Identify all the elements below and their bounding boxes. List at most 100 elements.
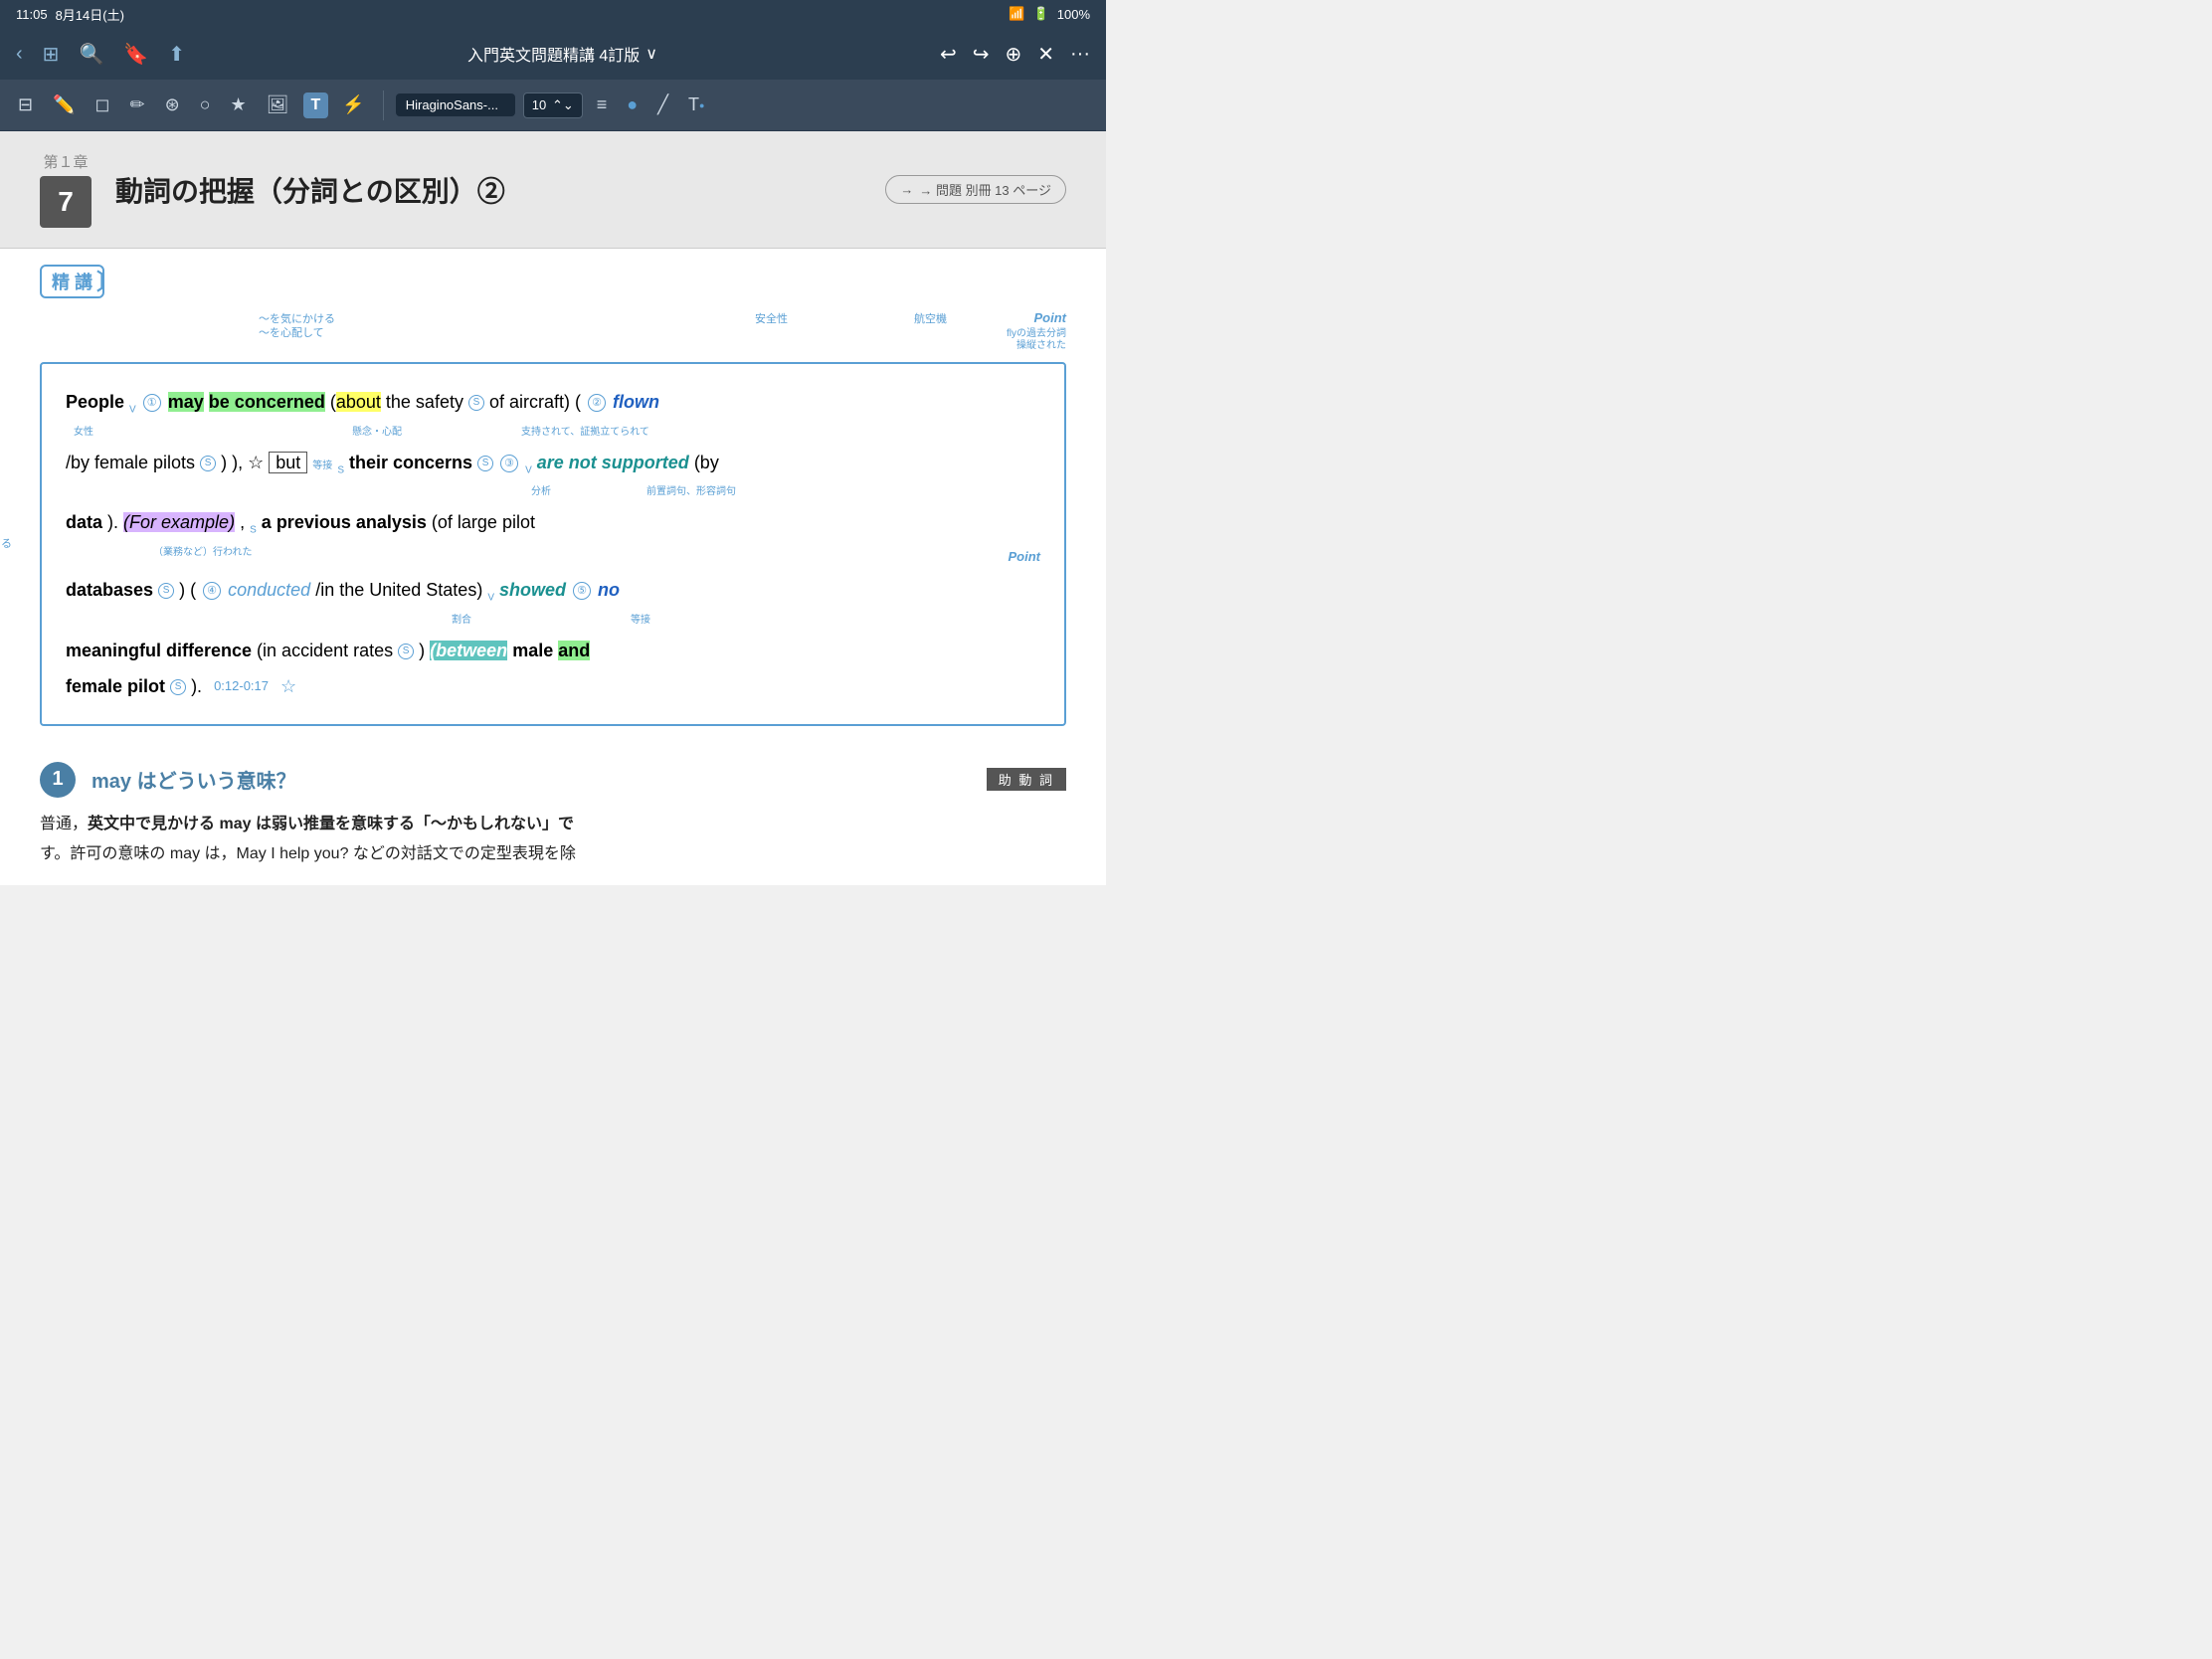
nav-left[interactable]: ‹ ⊞ 🔍 🔖 ⬆ [16, 42, 185, 67]
more-icon[interactable]: ··· [1070, 43, 1090, 66]
annot-female: 女性 [74, 421, 93, 445]
word-be-concerned: be concerned [209, 392, 325, 412]
font-size-ctrl[interactable]: 10 ⌃⌄ [523, 92, 583, 118]
text2-btn[interactable]: T● [682, 91, 710, 119]
word-male: male [512, 641, 553, 660]
status-right: 📶 🔋 100% [1009, 6, 1090, 22]
circled-s-2: S [200, 456, 216, 471]
annot-line3-top: 分析 前置詞句、形容詞句 [74, 480, 1040, 504]
num-2: ② [588, 394, 606, 412]
paren-4: ) ( [179, 580, 196, 600]
annot-area-top: 〜を気にかける 〜を心配して 安全性 航空機 Point flyの過去分詞 操縦… [40, 310, 1066, 354]
word-data: data [66, 512, 102, 532]
wifi-icon: 📶 [1009, 6, 1024, 22]
date: 8月14日(土) [56, 5, 124, 24]
num-1: ① [143, 394, 161, 412]
word-no: no [598, 580, 620, 600]
sub-s-but: S [337, 464, 344, 475]
text-line-1: People V ① may be concerned (about the s… [66, 384, 1040, 421]
word-female-pilots: female pilot S ). [66, 668, 202, 704]
section-badge-1: 助 動 詞 [987, 768, 1066, 791]
paren-data: ). [107, 512, 123, 532]
word-people: People [66, 392, 124, 412]
paren-5b: ) [419, 641, 430, 660]
comma-3: , [240, 512, 250, 532]
sidebar-toggle-btn[interactable]: ⊟ [12, 91, 39, 119]
left-annot: 有意義な、意味のある [0, 531, 12, 557]
paren-in: (in accident rates [257, 641, 393, 660]
time: 11:05 [16, 7, 48, 22]
sub-v2: V [525, 464, 532, 475]
word-female: female pilot [66, 676, 165, 696]
undo-icon[interactable]: ↩ [940, 42, 957, 67]
title-dropdown-icon[interactable]: ∨ [645, 44, 657, 64]
bookmark-icon[interactable]: 🔖 [123, 42, 148, 67]
section-body-line1: 普通，英文中で見かける may は弱い推量を意味する「〜かもしれない」で [40, 810, 1066, 839]
battery-icon: 🔋 [1033, 6, 1049, 22]
annot-conducted: （業務など）行われた [153, 541, 253, 572]
toolbar-sep1 [383, 91, 384, 120]
annot-line4-top: （業務など）行われた Point [74, 541, 1040, 572]
text-line-5: meaningful difference (in accident rates… [66, 633, 1040, 668]
circled-s-6: S [170, 679, 186, 695]
section-body-1: 普通，英文中で見かける may は弱い推量を意味する「〜かもしれない」で す。許… [40, 810, 1066, 870]
share-icon[interactable]: ⬆ [168, 42, 185, 67]
sub-v: V [129, 405, 136, 416]
font-size-value: 10 [532, 97, 546, 112]
word-meaningful-difference: meaningful difference [66, 641, 252, 660]
stroke-btn[interactable]: ╱ [651, 91, 674, 119]
status-left: 11:05 8月14日(土) [16, 5, 124, 24]
word-their-concerns: their concerns [349, 453, 472, 472]
shape-btn[interactable]: ○ [194, 91, 217, 119]
word-flown: flown [613, 392, 659, 412]
text-line-3: data ). (For example) , S a previous ana… [66, 504, 1040, 541]
sub-s3: S [250, 525, 257, 536]
color-btn[interactable]: ● [621, 91, 644, 119]
text-btn[interactable]: T [303, 92, 329, 118]
nav-title[interactable]: 入門英文問題精講 4訂版 ∨ [467, 42, 657, 66]
pencil-btn[interactable]: ✏️ [47, 91, 81, 119]
point-label-2: Point [1009, 541, 1041, 572]
star-icon-1: ☆ [248, 453, 269, 472]
book-title: 入門英文問題精講 4訂版 [467, 42, 640, 66]
star-btn[interactable]: ★ [225, 91, 253, 119]
circled-s-3: S [477, 456, 493, 471]
search-icon[interactable]: 🔍 [79, 42, 103, 67]
status-bar: 11:05 8月14日(土) 📶 🔋 100% [0, 0, 1106, 28]
word-but: but [269, 452, 307, 473]
toolbar: ⊟ ✏️ ◻ ✏ ⊛ ○ ★ 🖼 T ⚡ HiraginoSans-... 10… [0, 80, 1106, 131]
section-body-line2: す。許可の意味の may は，May I help you? などの対話文での定… [40, 839, 1066, 869]
eraser-btn[interactable]: ◻ [90, 91, 116, 119]
font-size-arrows[interactable]: ⌃⌄ [552, 97, 574, 113]
image-btn[interactable]: 🖼 [261, 91, 295, 119]
annot-prepphrase: 前置詞句、形容詞句 [646, 480, 736, 504]
seikō-label-wrap: 精 講 [40, 265, 1066, 306]
align-btn[interactable]: ≡ [591, 91, 614, 119]
seikō-label: 精 講 [40, 265, 104, 298]
sub-v4: V [487, 593, 494, 604]
point-label-1: Point [1034, 310, 1067, 325]
back-button[interactable]: ‹ [16, 43, 23, 66]
highlight-btn[interactable]: ✏ [123, 91, 150, 119]
section-num-1: 1 [40, 762, 76, 798]
add-icon[interactable]: ⊕ [1005, 42, 1021, 67]
word-conducted: conducted [228, 580, 310, 600]
grid-icon[interactable]: ⊞ [43, 42, 60, 67]
timestamp: 0:12-0:17 [214, 673, 269, 699]
nav-right[interactable]: ↩ ↪ ⊕ ✕ ··· [940, 42, 1090, 67]
paren-about: (about the safety [330, 392, 463, 412]
annot-support: 支持されて、証拠立てられて [521, 421, 649, 445]
redo-icon[interactable]: ↪ [973, 42, 990, 67]
close-icon[interactable]: ✕ [1037, 42, 1054, 67]
word-between: (between [430, 641, 507, 660]
font-selector[interactable]: HiraginoSans-... [396, 93, 515, 116]
star-icon-2: ☆ [280, 668, 296, 704]
annot-analysis: 分析 [531, 480, 551, 504]
stamp-btn[interactable]: ⊛ [159, 91, 186, 119]
word-showed: showed [499, 580, 566, 600]
word-may: may [168, 392, 204, 412]
text-line-4: databases S ) ( ④ conducted /in the Unit… [66, 572, 1040, 609]
slash-4: /in the United States) [315, 580, 487, 600]
ref-arrow: → [900, 182, 913, 197]
wand-btn[interactable]: ⚡ [336, 91, 370, 119]
